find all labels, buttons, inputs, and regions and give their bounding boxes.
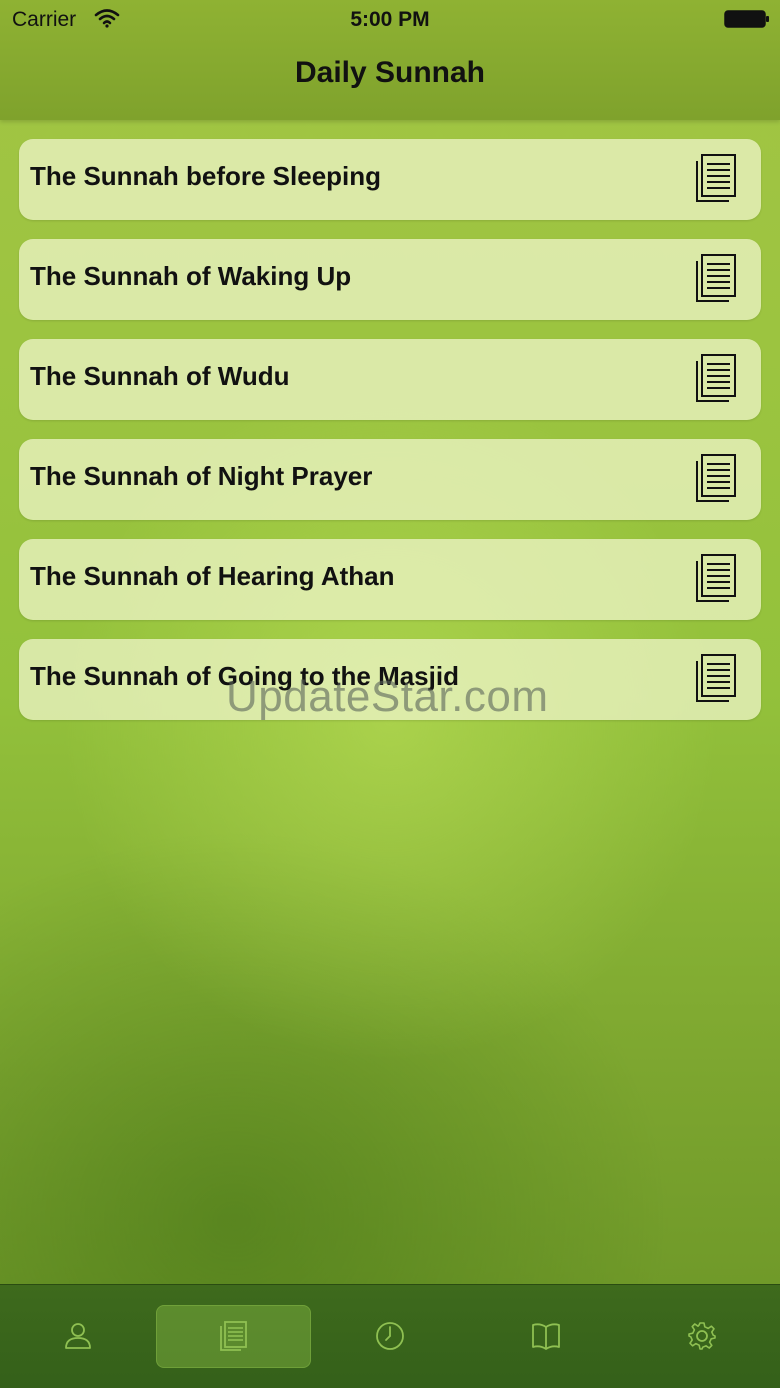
sunnah-list: The Sunnah before Sleeping The Sunnah of… — [19, 139, 761, 739]
list-item[interactable]: The Sunnah of Waking Up — [19, 239, 761, 320]
watermark: UpdateStar.com — [226, 672, 549, 721]
list-item[interactable]: The Sunnah of Night Prayer — [19, 439, 761, 520]
battery-icon — [724, 10, 769, 28]
book-icon — [532, 1323, 560, 1350]
tab-profile[interactable] — [0, 1305, 155, 1368]
tab-bar — [0, 1284, 780, 1388]
document-icon — [696, 154, 736, 202]
list-item-label: The Sunnah of Hearing Athan — [30, 561, 395, 591]
list-item[interactable]: The Sunnah before Sleeping — [19, 139, 761, 220]
gear-icon — [688, 1322, 716, 1350]
document-icon — [220, 1321, 247, 1351]
tab-documents[interactable] — [156, 1305, 311, 1368]
list-item[interactable]: The Sunnah of Hearing Athan — [19, 539, 761, 620]
document-icon — [696, 554, 736, 602]
clock-icon — [376, 1322, 404, 1350]
document-icon — [696, 654, 736, 702]
tab-clock[interactable] — [312, 1305, 467, 1368]
document-icon — [696, 454, 736, 502]
list-item-label: The Sunnah before Sleeping — [30, 161, 382, 191]
list-item-label: The Sunnah of Wudu — [30, 361, 290, 391]
list-item[interactable]: The Sunnah of Wudu — [19, 339, 761, 420]
status-bar: Carrier 5:00 PM — [0, 0, 780, 40]
page-title: Daily Sunnah — [294, 56, 486, 89]
document-icon — [696, 254, 736, 302]
document-icon — [696, 354, 736, 402]
tab-settings[interactable] — [624, 1305, 779, 1368]
status-time: 5:00 PM — [350, 8, 430, 31]
tab-book[interactable] — [468, 1305, 623, 1368]
person-icon — [65, 1323, 91, 1349]
list-item-label: The Sunnah of Waking Up — [30, 261, 352, 291]
list-item-label: The Sunnah of Night Prayer — [30, 461, 373, 491]
